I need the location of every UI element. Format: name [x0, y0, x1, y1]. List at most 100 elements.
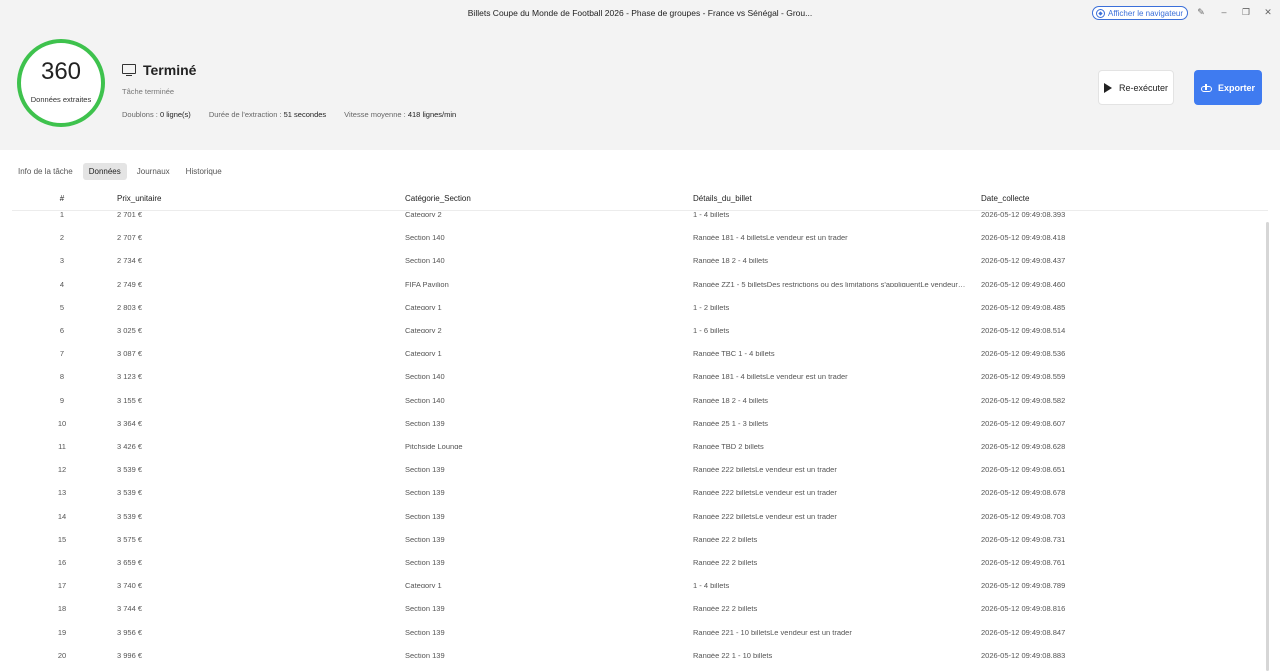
cell-details: Rangée ZZ1 - 5 billetsDes restrictions o… — [693, 281, 967, 287]
cell-price: 3 539 € — [117, 490, 143, 496]
cell-category: Section 139 — [405, 490, 445, 496]
cell-date: 2026-05-12 09:49:08.731 — [981, 536, 1066, 542]
show-browser-button[interactable]: Afficher le navigateur — [1092, 6, 1189, 20]
task-state: Terminé — [143, 62, 197, 78]
table-row[interactable]: 5 2 803 € Category 1 1 - 2 billets 2026-05-1… — [12, 305, 1268, 328]
cell-price: 3 539 € — [117, 513, 143, 519]
extracted-count: 360 — [40, 58, 82, 85]
table-row[interactable]: 10 3 364 € Section 139 Rangée 25 1 - 3 bill… — [12, 421, 1268, 444]
column-header-date[interactable]: Date_collecte — [981, 190, 1231, 208]
cell-index: 18 — [57, 606, 67, 612]
table-row[interactable]: 19 3 956 € Section 139 Rangée 221 - 10 bill… — [12, 630, 1268, 653]
title-bar: Billets Coupe du Monde de Football 2026 … — [0, 0, 1280, 26]
table-row[interactable]: 16 3 659 € Section 139 Rangée 22 2 billets 2… — [12, 560, 1268, 583]
cell-index: 4 — [59, 281, 65, 287]
column-header-category[interactable]: Catégorie_Section — [405, 190, 685, 208]
table-row[interactable]: 13 3 539 € Section 139 Rangée 222 billetsLe… — [12, 490, 1268, 513]
column-header-details[interactable]: Détails_du_billet — [693, 190, 967, 208]
cell-index: 14 — [57, 513, 67, 519]
table-row[interactable]: 18 3 744 € Section 139 Rangée 22 2 billets 2… — [12, 606, 1268, 629]
table-row[interactable]: 7 3 087 € Category 1 Rangée TBC 1 - 4 bille… — [12, 351, 1268, 374]
cell-date: 2026-05-12 09:49:08.761 — [981, 560, 1066, 565]
cell-details: Rangée 22 1 - 10 billets — [693, 652, 773, 658]
cell-category: Section 139 — [405, 652, 445, 658]
cell-price: 2 734 € — [117, 258, 143, 264]
tab-history[interactable]: Historique — [180, 163, 228, 180]
compass-icon — [1096, 8, 1105, 18]
cell-details: Rangée 221 - 10 billetsLe vendeur est un… — [693, 629, 852, 635]
table-row[interactable]: 17 3 740 € Category 1 1 - 4 billets 2026-05-… — [12, 583, 1268, 606]
cell-index: 15 — [57, 536, 67, 542]
cell-category: Section 140 — [405, 374, 445, 380]
cell-index: 20 — [57, 652, 67, 658]
cell-details: 1 - 4 billets — [693, 583, 730, 589]
table-row[interactable]: 8 3 123 € Section 140 Rangée 181 - 4 billet… — [12, 374, 1268, 397]
cell-index: 9 — [59, 397, 65, 403]
cell-details: Rangée 222 billetsLe vendeur est un trad… — [693, 490, 837, 496]
column-header-index[interactable]: # — [12, 190, 112, 208]
cell-price: 3 659 € — [117, 560, 143, 565]
table-header: # Prix_unitaire Catégorie_Section Détail… — [12, 190, 1268, 211]
table-row[interactable]: 15 3 575 € Section 139 Rangée 22 2 billets 2… — [12, 537, 1268, 560]
table-row[interactable]: 4 2 749 € FIFA Pavilion Rangée ZZ1 - 5 bill… — [12, 282, 1268, 305]
cell-details: Rangée 222 billetsLe vendeur est un trad… — [693, 513, 837, 519]
cell-index: 3 — [59, 258, 65, 264]
cell-price: 2 803 € — [117, 304, 143, 310]
table-row[interactable]: 2 2 707 € Section 140 Rangée 181 - 4 billet… — [12, 235, 1268, 258]
task-substate: Tâche terminée — [122, 87, 175, 96]
cell-index: 17 — [57, 583, 67, 589]
rerun-label: Re-exécuter — [1118, 82, 1169, 93]
cell-index: 6 — [59, 328, 65, 333]
cell-details: 1 - 6 billets — [693, 328, 730, 333]
cell-price: 3 087 € — [117, 351, 143, 357]
cell-index: 5 — [59, 304, 65, 310]
cell-date: 2026-05-12 09:49:08.789 — [981, 583, 1066, 589]
minimize-icon[interactable]: – — [1219, 7, 1229, 17]
cell-index: 2 — [59, 235, 65, 241]
tab-logs[interactable]: Journaux — [131, 163, 176, 180]
tab-task-info[interactable]: Info de la tâche — [12, 163, 79, 180]
extracted-count-ring: 360 Données extraites — [17, 39, 105, 127]
cell-category: Section 140 — [405, 397, 445, 403]
cell-category: FIFA Pavilion — [405, 281, 449, 287]
tab-data[interactable]: Données — [82, 163, 127, 180]
table-row[interactable]: 12 3 539 € Section 139 Rangée 222 billetsLe… — [12, 467, 1268, 490]
cell-price: 3 426 € — [117, 444, 143, 449]
table-row[interactable]: 6 3 025 € Category 2 1 - 6 billets 2026-05-1… — [12, 328, 1268, 351]
cell-details: Rangée 181 - 4 billetsLe vendeur est un … — [693, 235, 848, 241]
table-row[interactable]: 11 3 426 € Pitchside Lounge Rangée TBD 2 bi… — [12, 444, 1268, 467]
edit-icon[interactable]: ✎ — [1196, 7, 1206, 17]
export-label: Exporter — [1217, 82, 1255, 93]
table-row[interactable]: 3 2 734 € Section 140 Rangée 18 2 - 4 bille… — [12, 258, 1268, 281]
cell-category: Section 139 — [405, 536, 445, 542]
cell-price: 2 749 € — [117, 281, 143, 287]
cell-index: 12 — [57, 467, 67, 473]
tab-bar: Info de la tâche Données Journaux Histor… — [12, 163, 228, 180]
cell-date: 2026-05-12 09:49:08.883 — [981, 652, 1066, 658]
table-row[interactable]: 1 2 701 € Category 2 1 - 4 billets 2026-05-1… — [12, 212, 1268, 235]
play-icon — [1103, 82, 1112, 93]
cell-index: 19 — [57, 629, 67, 635]
vertical-scrollbar[interactable] — [1266, 222, 1269, 671]
column-header-price[interactable]: Prix_unitaire — [117, 190, 397, 208]
cell-date: 2026-05-12 09:49:08.460 — [981, 281, 1066, 287]
cell-price: 3 123 € — [117, 374, 143, 380]
cell-details: 1 - 4 billets — [693, 212, 730, 217]
cell-details: Rangée 22 2 billets — [693, 536, 758, 542]
rerun-button[interactable]: Re-exécuter — [1098, 70, 1174, 105]
monitor-icon — [122, 63, 136, 77]
cell-price: 2 707 € — [117, 235, 143, 241]
restore-icon[interactable]: ❐ — [1241, 7, 1251, 17]
table-body: 1 2 701 € Category 2 1 - 4 billets 2026-05-1… — [12, 212, 1268, 671]
cell-date: 2026-05-12 09:49:08.485 — [981, 304, 1066, 310]
cell-date: 2026-05-12 09:49:08.418 — [981, 235, 1066, 241]
speed-stat: Vitesse moyenne : 418 lignes/min — [344, 110, 457, 119]
export-button[interactable]: Exporter — [1194, 70, 1262, 105]
table-row[interactable]: 9 3 155 € Section 140 Rangée 18 2 - 4 bille… — [12, 398, 1268, 421]
cell-date: 2026-05-12 09:49:08.628 — [981, 444, 1066, 449]
table-row[interactable]: 20 3 996 € Section 139 Rangée 22 1 - 10 bil… — [12, 653, 1268, 671]
table-row[interactable]: 14 3 539 € Section 139 Rangée 222 billetsLe… — [12, 514, 1268, 537]
cell-details: Rangée 222 billetsLe vendeur est un trad… — [693, 467, 837, 473]
show-browser-label: Afficher le navigateur — [1108, 8, 1184, 18]
close-icon[interactable]: ✕ — [1263, 7, 1273, 17]
